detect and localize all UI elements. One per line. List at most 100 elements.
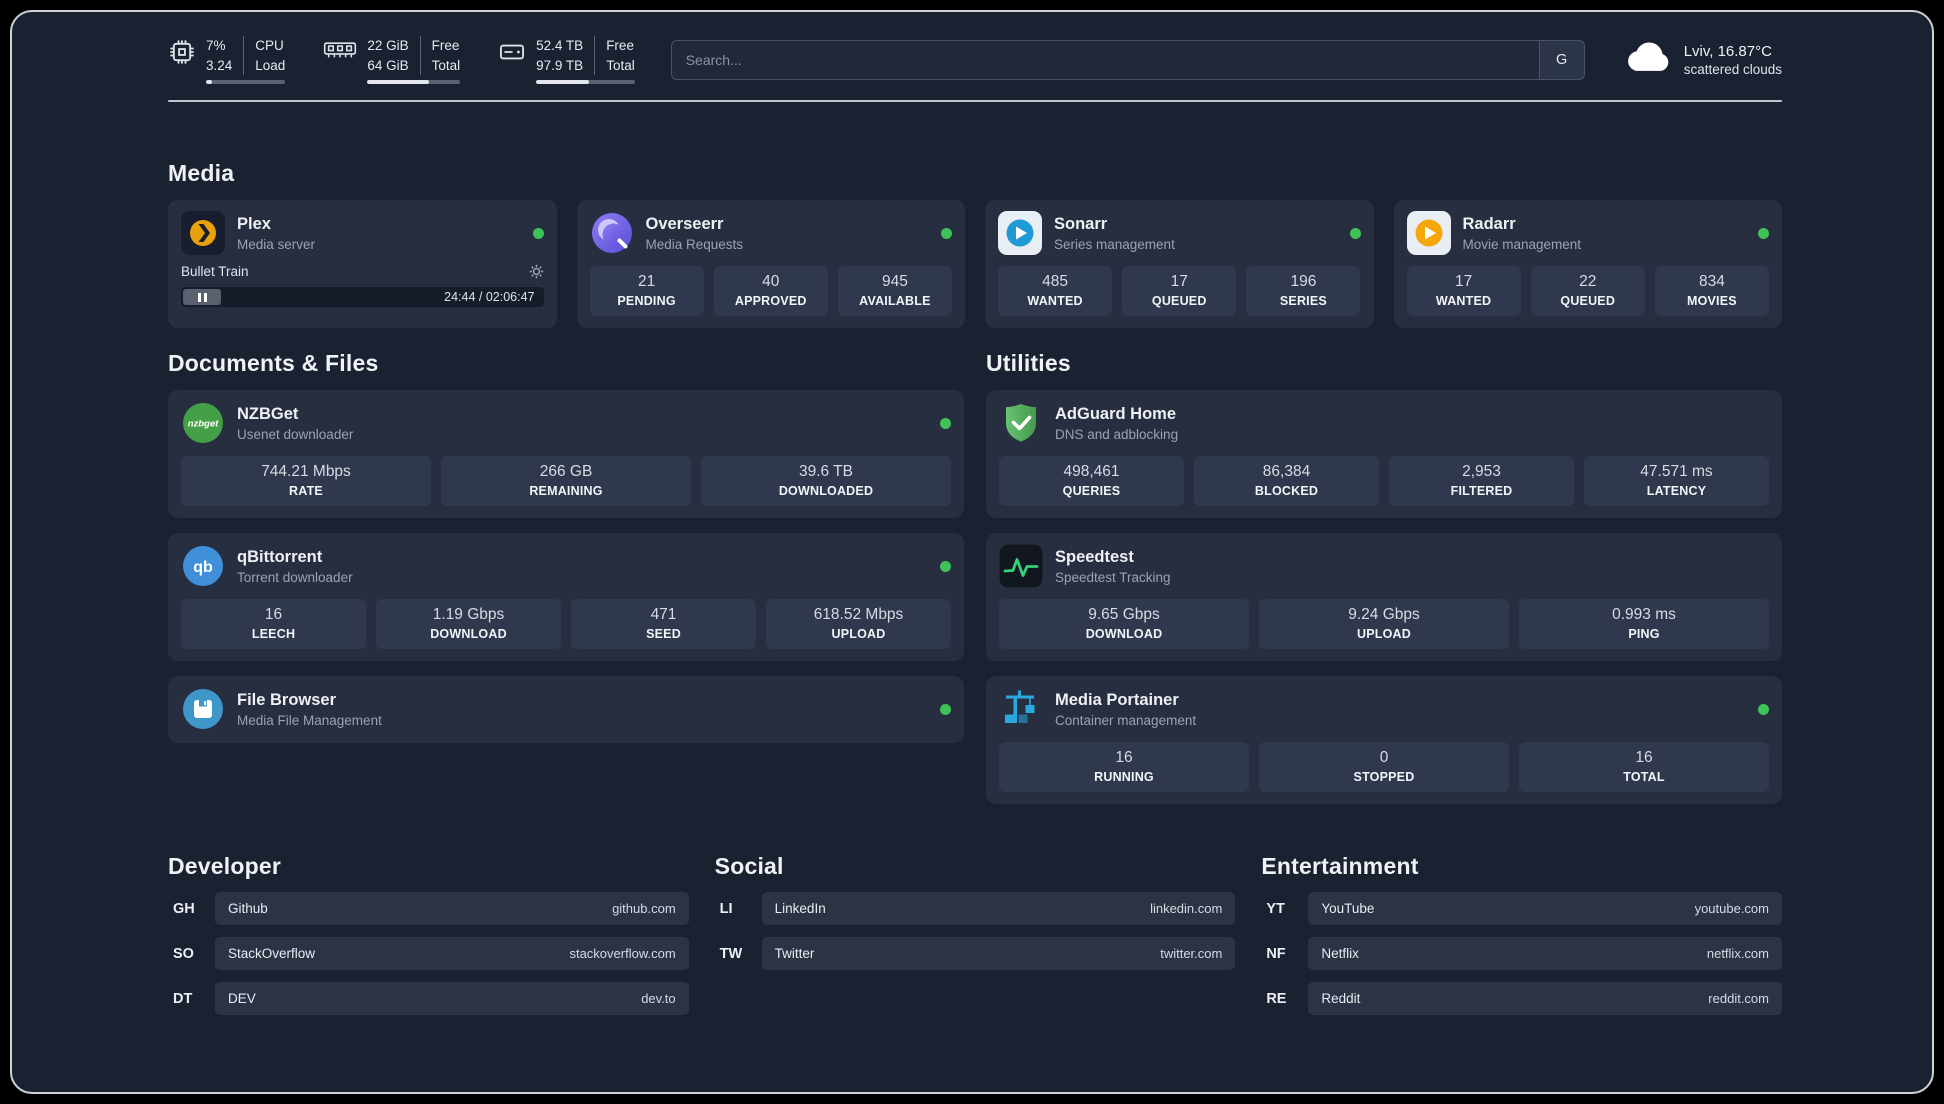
status-online-dot (532, 227, 544, 239)
ram-icon (323, 36, 357, 84)
app-subtitle: Media server (237, 236, 316, 252)
bookmark-link[interactable]: Reddit reddit.com (1308, 982, 1782, 1016)
app-card-radarr[interactable]: Radarr Movie management 17 WANTED 22 QUEUE… (1393, 200, 1782, 329)
radarr-icon (1406, 211, 1451, 256)
section-title-entertainment: Entertainment (1261, 853, 1419, 880)
bookmark-linkedin: LI LinkedIn linkedin.com (715, 892, 1236, 926)
app-card-portainer[interactable]: Media Portainer Container management 16 R… (986, 676, 1782, 805)
app-subtitle: Movie management (1462, 236, 1582, 252)
app-card-adguard[interactable]: AdGuard Home DNS and adblocking 498,461 Q… (986, 390, 1782, 519)
bookmark-abbr: LI (719, 900, 733, 917)
stat-filtered: 2,953 FILTERED (1389, 456, 1574, 507)
stat-available: 945 AVAILABLE (837, 266, 952, 317)
app-subtitle: Media Requests (645, 236, 744, 252)
weather-widget[interactable]: Lviv, 16.87°C scattered clouds (1625, 42, 1782, 78)
stat-upload: 9.24 Gbps UPLOAD (1259, 599, 1509, 650)
cpu-usage-value: 7% (206, 38, 226, 53)
speedtest-icon (998, 543, 1044, 589)
stat-download: 9.65 Gbps DOWNLOAD (999, 599, 1249, 650)
cpu-icon (168, 36, 196, 84)
bookmark-link[interactable]: Netflix netflix.com (1308, 937, 1782, 971)
disk-total-value: 97.9 TB (536, 57, 584, 73)
stat-wanted: 485 WANTED (998, 266, 1113, 317)
search-input[interactable] (670, 40, 1539, 81)
stat-running: 16 RUNNING (999, 742, 1249, 793)
settings-gear-icon[interactable] (529, 264, 544, 279)
app-name: Media Portainer (1055, 690, 1179, 709)
overseerr-icon (590, 211, 634, 255)
app-card-plex[interactable]: Plex Media server Bullet Train 24:44 / 0… (168, 200, 557, 329)
svg-text:qb: qb (193, 559, 213, 576)
dashboard-panel: 7% 3.24 CPU Load 22 GiB 64 GiB Free Tota… (10, 10, 1934, 1094)
status-online-dot (1758, 227, 1769, 239)
bookmark-link[interactable]: Twitter twitter.com (761, 937, 1236, 971)
stat-latency: 47.571 ms LATENCY (1584, 456, 1769, 507)
now-playing-title: Bullet Train (181, 264, 249, 280)
bookmark-youtube: YT YouTube youtube.com (1261, 892, 1782, 926)
section-media: Media Plex Media server Bullet Train 24:… (168, 160, 1782, 329)
topbar: 7% 3.24 CPU Load 22 GiB 64 GiB Free Tota… (168, 36, 1782, 85)
stat-approved: 40 APPROVED (713, 266, 828, 317)
status-online-dot (1758, 703, 1769, 715)
bookmark-reddit: RE Reddit reddit.com (1261, 982, 1782, 1016)
header-divider (168, 100, 1782, 103)
app-card-sonarr[interactable]: Sonarr Series management 485 WANTED 17 QUE… (985, 200, 1374, 329)
app-card-overseerr[interactable]: Overseerr Media Requests 21 PENDING 40 APP… (576, 200, 965, 329)
stat-stopped: 0 STOPPED (1259, 742, 1509, 793)
app-subtitle: Container management (1055, 712, 1197, 728)
bookmark-group-developer: Developer GH Github github.com SO StackOv… (168, 853, 689, 1027)
metric-ram: 22 GiB 64 GiB Free Total (323, 36, 461, 85)
weather-location: Lviv, 16.87°C (1683, 43, 1772, 61)
bookmark-dev: DT DEV dev.to (168, 982, 689, 1016)
bookmark-group-social: Social LI LinkedIn linkedin.com TW Twitte… (715, 853, 1236, 1027)
app-subtitle: Torrent downloader (237, 569, 353, 585)
ram-free-value: 22 GiB (367, 38, 409, 53)
app-card-nzbget[interactable]: nzbget NZBGet Usenet downloader 744.21 M… (168, 390, 964, 519)
app-name: Overseerr (645, 214, 724, 233)
bookmark-group-entertainment: Entertainment YT YouTube youtube.com NF N… (1261, 853, 1782, 1027)
pause-button[interactable] (183, 289, 221, 306)
app-name: File Browser (237, 690, 337, 709)
bookmark-link[interactable]: LinkedIn linkedin.com (761, 892, 1236, 926)
bookmark-link[interactable]: StackOverflow stackoverflow.com (215, 937, 689, 971)
stat-blocked: 86,384 BLOCKED (1194, 456, 1379, 507)
metric-cpu: 7% 3.24 CPU Load (168, 36, 286, 85)
plex-icon (181, 211, 225, 256)
metric-disk: 52.4 TB 97.9 TB Free Total (498, 36, 635, 85)
status-online-dot (940, 560, 951, 572)
portainer-icon (999, 687, 1043, 731)
bookmark-abbr: TW (719, 945, 743, 962)
status-online-dot (940, 417, 951, 429)
app-subtitle: Speedtest Tracking (1055, 569, 1171, 585)
section-title-utilities: Utilities (986, 350, 1071, 377)
bookmark-abbr: DT (173, 990, 193, 1007)
bookmark-abbr: GH (173, 900, 195, 917)
bookmark-abbr: SO (173, 945, 194, 962)
playback-time: 24:44 / 02:06:47 (444, 290, 535, 305)
app-card-filebrowser[interactable]: File Browser Media File Management (168, 676, 964, 744)
disk-free-value: 52.4 TB (536, 38, 584, 53)
nzbget-icon: nzbget (181, 401, 225, 445)
stat-rate: 744.21 Mbps RATE (181, 456, 431, 507)
app-subtitle: DNS and adblocking (1055, 426, 1179, 442)
ram-total-label: Total (431, 57, 461, 73)
stat-wanted: 17 WANTED (1406, 266, 1521, 317)
app-card-speedtest[interactable]: Speedtest Speedtest Tracking 9.65 Gbps DO… (986, 533, 1782, 662)
section-title-documents: Documents & Files (168, 350, 379, 377)
bookmark-abbr: YT (1266, 900, 1285, 917)
stat-queued: 22 QUEUED (1530, 266, 1645, 317)
section-title-developer: Developer (168, 853, 282, 880)
sonarr-icon (998, 211, 1042, 256)
section-title-media: Media (168, 160, 235, 187)
adguard-icon (999, 401, 1043, 445)
playback-progress-bar[interactable]: 24:44 / 02:06:47 (181, 287, 544, 308)
disk-free-label: Free (606, 38, 634, 53)
search-bar: G (670, 40, 1585, 81)
app-name: NZBGet (237, 404, 299, 423)
bookmark-link[interactable]: YouTube youtube.com (1308, 892, 1782, 926)
search-engine-button[interactable]: G (1538, 40, 1585, 81)
bookmark-link[interactable]: DEV dev.to (215, 982, 689, 1016)
app-card-qbittorrent[interactable]: qb qBittorrent Torrent downloader 16 LEEC… (168, 533, 964, 662)
bookmark-link[interactable]: Github github.com (215, 892, 689, 926)
app-name: AdGuard Home (1055, 404, 1177, 423)
